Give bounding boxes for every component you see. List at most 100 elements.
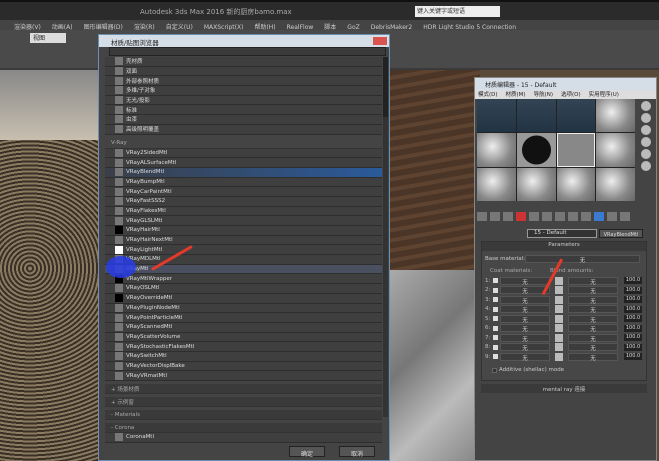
editor-menu-item[interactable]: 导航(N) bbox=[534, 92, 553, 98]
blend-amount-spinner[interactable]: 100.0 bbox=[624, 305, 642, 313]
blend-map-button[interactable]: 无 bbox=[568, 286, 618, 295]
blend-map-button[interactable]: 无 bbox=[568, 276, 618, 286]
blend-color-swatch[interactable] bbox=[555, 286, 563, 295]
list-item[interactable]: 虫漆 bbox=[105, 115, 382, 125]
blend-amount-spinner[interactable]: 100.0 bbox=[624, 324, 642, 332]
filter-input[interactable] bbox=[109, 47, 386, 56]
list-item[interactable]: VRayOverrideMtl bbox=[105, 293, 382, 304]
go-parent-icon[interactable] bbox=[607, 212, 617, 221]
list-item[interactable]: VRayALSurfaceMtl bbox=[105, 158, 382, 168]
coat-checkbox[interactable] bbox=[493, 325, 498, 331]
list-item[interactable]: VRayPointParticleMtl bbox=[105, 313, 382, 323]
coat-checkbox[interactable] bbox=[493, 335, 498, 341]
material-id-icon[interactable] bbox=[568, 212, 578, 221]
list-item[interactable]: VRay2SidedMtl bbox=[105, 148, 382, 159]
go-sibling-icon[interactable] bbox=[620, 212, 630, 221]
sample-slot[interactable] bbox=[596, 168, 635, 201]
editor-menu-item[interactable]: 材质(M) bbox=[506, 92, 526, 98]
coat-checkbox[interactable] bbox=[493, 287, 498, 293]
blend-amount-spinner[interactable]: 100.0 bbox=[624, 315, 642, 323]
get-material-icon[interactable] bbox=[477, 212, 487, 221]
blend-map-button[interactable]: 无 bbox=[568, 343, 618, 352]
coat-checkbox[interactable] bbox=[493, 316, 498, 322]
blend-color-swatch[interactable] bbox=[555, 314, 563, 323]
list-item[interactable]: VRayFlakesMtl bbox=[105, 206, 382, 217]
base-material-button[interactable]: 无 bbox=[525, 254, 640, 264]
category-vray[interactable]: V-Ray bbox=[105, 139, 382, 149]
blend-color-swatch[interactable] bbox=[555, 343, 563, 352]
delete-icon[interactable] bbox=[516, 212, 526, 221]
list-item[interactable]: 标准 bbox=[105, 105, 382, 116]
material-name-field[interactable]: 15 - Default bbox=[527, 229, 597, 238]
blend-color-swatch[interactable] bbox=[555, 276, 563, 285]
category-header[interactable]: - Corona bbox=[105, 423, 382, 433]
list-item[interactable]: VRayFastSSS2 bbox=[105, 196, 382, 207]
material-type-button[interactable]: VRayBlendMtl bbox=[599, 229, 643, 238]
list-item[interactable]: VRayStochasticFlakesMtl bbox=[105, 342, 382, 352]
blend-color-swatch[interactable] bbox=[555, 305, 563, 314]
list-item[interactable]: 高级照明覆盖 bbox=[105, 124, 382, 135]
list-item[interactable]: CoronaMtl bbox=[105, 433, 382, 443]
close-button[interactable] bbox=[373, 37, 387, 45]
blend-color-swatch[interactable] bbox=[555, 324, 563, 333]
list-item[interactable]: VRayGLSLMtl bbox=[105, 216, 382, 226]
list-item[interactable]: VRayOSLMtl bbox=[105, 284, 382, 294]
coat-checkbox[interactable] bbox=[493, 306, 498, 312]
coat-checkbox[interactable] bbox=[493, 278, 498, 284]
list-item[interactable]: 无光/投影 bbox=[105, 95, 382, 106]
list-item[interactable]: VRayVectorDisplBake bbox=[105, 361, 382, 372]
blend-map-button[interactable]: 无 bbox=[568, 352, 618, 362]
additive-checkbox[interactable] bbox=[492, 367, 497, 373]
blend-map-button[interactable]: 无 bbox=[568, 305, 618, 314]
sample-slot[interactable] bbox=[516, 99, 556, 132]
ok-button[interactable]: 确定 bbox=[289, 446, 325, 458]
list-item[interactable]: VRayScannedMtl bbox=[105, 322, 382, 333]
list-item[interactable]: VRayCarPaintMtl bbox=[105, 187, 382, 197]
sample-slot[interactable] bbox=[596, 132, 635, 168]
blend-map-button[interactable]: 无 bbox=[568, 333, 618, 343]
blend-map-button[interactable]: 无 bbox=[568, 314, 618, 324]
search-input[interactable]: 键入关键字或短语 bbox=[415, 6, 500, 17]
list-item[interactable]: VRayScatterVolume bbox=[105, 332, 382, 343]
copy-icon[interactable] bbox=[529, 212, 539, 221]
blend-amount-spinner[interactable]: 100.0 bbox=[624, 334, 642, 342]
list-item[interactable]: 双面 bbox=[105, 66, 382, 77]
sample-slot[interactable] bbox=[477, 132, 516, 168]
sample-slot[interactable] bbox=[477, 99, 516, 132]
show-end-icon[interactable] bbox=[594, 212, 604, 221]
cancel-button[interactable]: 取消 bbox=[339, 446, 375, 458]
blend-amount-spinner[interactable]: 100.0 bbox=[624, 296, 642, 304]
coat-material-button[interactable]: 无 bbox=[500, 333, 550, 343]
video-check-icon[interactable] bbox=[641, 149, 651, 159]
blend-amount-spinner[interactable]: 100.0 bbox=[624, 353, 642, 361]
sample-slot[interactable] bbox=[596, 99, 635, 132]
sample-slot[interactable] bbox=[477, 168, 516, 201]
list-item[interactable]: VRayHairNextMtl bbox=[105, 235, 382, 246]
editor-menu-item[interactable]: 实用程序(U) bbox=[589, 92, 619, 98]
list-item[interactable]: 壳材质 bbox=[105, 57, 382, 67]
unique-icon[interactable] bbox=[542, 212, 552, 221]
editor-menu-item[interactable]: 模式(D) bbox=[478, 92, 498, 98]
blend-amount-spinner[interactable]: 100.0 bbox=[624, 277, 642, 285]
sample-slot-active[interactable] bbox=[556, 132, 596, 168]
put-to-scene-icon[interactable] bbox=[490, 212, 500, 221]
options-icon[interactable] bbox=[641, 161, 651, 171]
sample-slot[interactable] bbox=[556, 168, 596, 201]
list-item[interactable]: VRayPluginNodeMtl bbox=[105, 303, 382, 314]
list-item[interactable]: VRaySwitchMtl bbox=[105, 351, 382, 362]
list-item[interactable]: VRayBlendMtl bbox=[105, 167, 382, 178]
rollout-header[interactable]: Parameters bbox=[482, 242, 646, 251]
list-item[interactable]: VRayMDLMtl bbox=[105, 255, 382, 265]
blend-color-swatch[interactable] bbox=[555, 295, 563, 304]
coat-material-button[interactable]: 无 bbox=[500, 305, 550, 314]
coat-material-button[interactable]: 无 bbox=[500, 276, 550, 286]
coat-checkbox[interactable] bbox=[493, 297, 498, 303]
sample-slot[interactable] bbox=[516, 132, 556, 168]
coat-material-button[interactable]: 无 bbox=[500, 352, 550, 362]
show-map-icon[interactable] bbox=[581, 212, 591, 221]
blend-color-swatch[interactable] bbox=[555, 352, 563, 361]
sample-type-icon[interactable] bbox=[641, 101, 651, 111]
list-item[interactable]: VRayLightMtl bbox=[105, 245, 382, 256]
editor-menu-item[interactable]: 选项(O) bbox=[561, 92, 581, 98]
list-item[interactable]: 多维/子对象 bbox=[105, 86, 382, 96]
